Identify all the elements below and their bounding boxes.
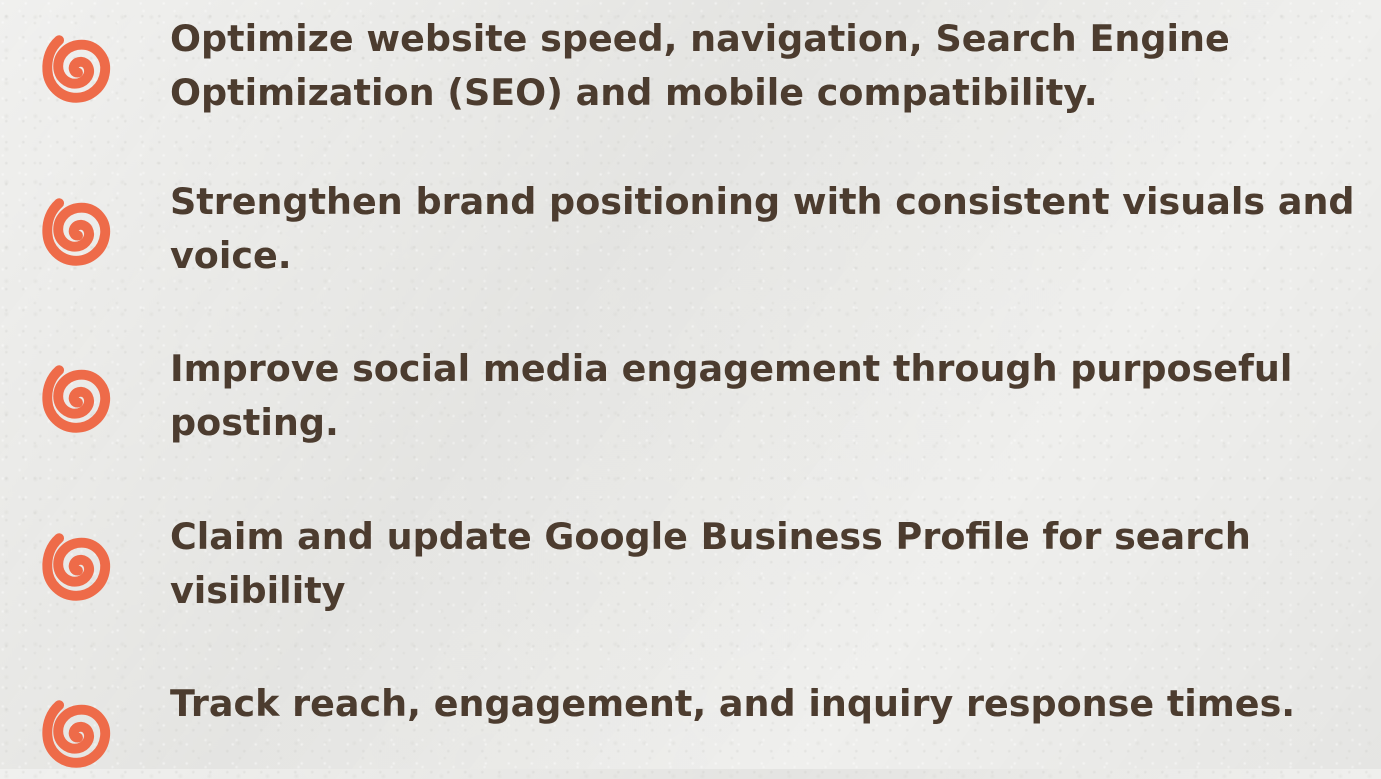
spiral-icon bbox=[33, 187, 123, 277]
spiral-icon bbox=[33, 522, 123, 612]
list-item-text: Claim and update Google Business Profile… bbox=[170, 515, 1251, 612]
spiral-icon bbox=[33, 24, 123, 114]
spiral-icon bbox=[33, 354, 123, 444]
list-item-text: Strengthen brand positioning with consis… bbox=[170, 180, 1355, 277]
spiral-icon bbox=[33, 689, 123, 779]
list-item-text: Track reach, engagement, and inquiry res… bbox=[170, 682, 1296, 725]
list-item-text: Optimize website speed, navigation, Sear… bbox=[170, 17, 1230, 114]
list-item-text: Improve social media engagement through … bbox=[170, 347, 1293, 444]
bullet-list: Optimize website speed, navigation, Sear… bbox=[0, 0, 1381, 769]
